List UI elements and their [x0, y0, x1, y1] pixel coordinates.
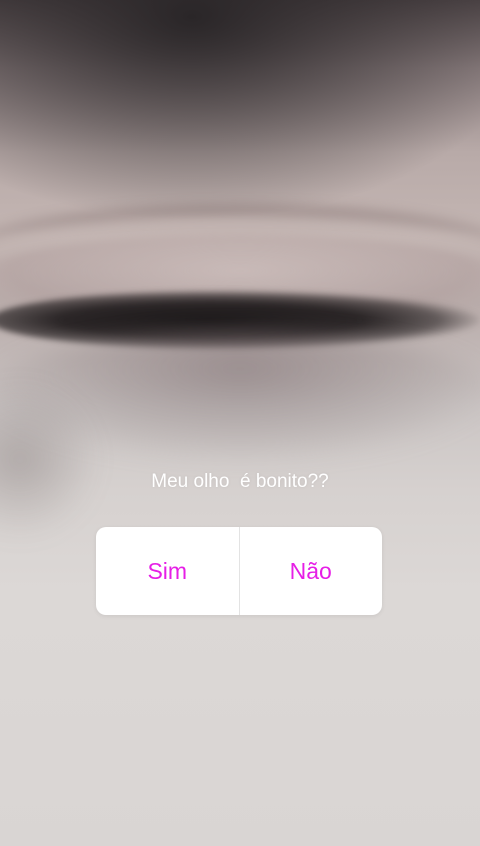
poll-option-sim[interactable]: Sim — [96, 527, 239, 615]
poll-option-nao[interactable]: Não — [240, 527, 383, 615]
poll-question: Meu olho é bonito?? — [151, 471, 329, 492]
poll-sticker: Sim Não — [96, 527, 382, 615]
story-screen: Meu olho é bonito?? Sim Não — [0, 0, 480, 846]
